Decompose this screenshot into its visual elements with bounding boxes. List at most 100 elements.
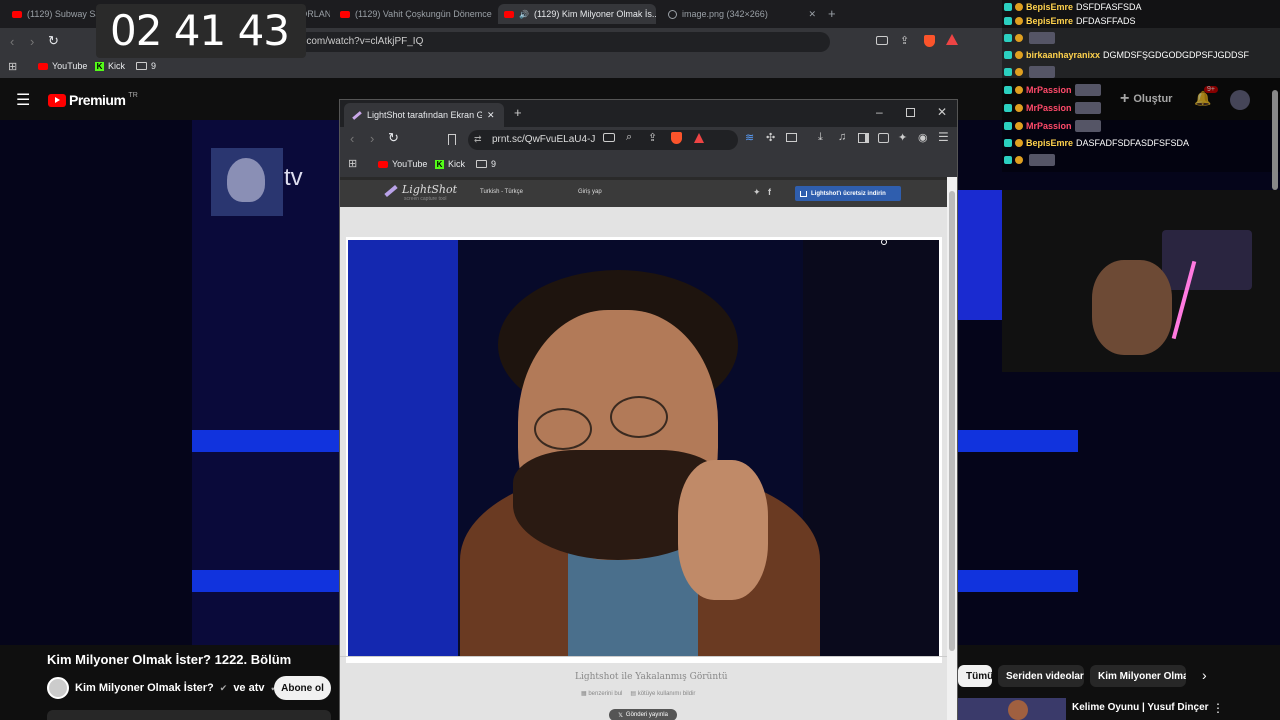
- tab-close-icon[interactable]: ✕: [808, 9, 822, 20]
- back-icon[interactable]: ‹: [10, 34, 14, 49]
- chat-message: [1004, 154, 1055, 166]
- extensions-icon[interactable]: ✣: [766, 131, 775, 144]
- menu-icon[interactable]: ☰: [938, 130, 949, 144]
- tab-image[interactable]: image.png (342×266) ✕: [662, 4, 822, 24]
- tier-badge-icon: [1015, 156, 1023, 164]
- language-selector[interactable]: Turkish - Türkçe: [480, 189, 523, 195]
- page-scrollbar[interactable]: [1272, 90, 1278, 190]
- reload-icon[interactable]: ↻: [48, 33, 59, 49]
- lightshot-bookmarks-bar: ⊞ YouTube K Kick 9: [340, 153, 957, 177]
- post-label: Gönderi yayınla: [625, 712, 668, 718]
- forward-icon[interactable]: ›: [30, 34, 34, 49]
- apps-grid-icon[interactable]: ⊞: [8, 60, 17, 73]
- bookmark-folder[interactable]: 9: [476, 159, 496, 169]
- bookmark-label: YouTube: [392, 159, 428, 169]
- emote-icon: [1074, 120, 1101, 132]
- close-window-icon[interactable]: ✕: [937, 105, 947, 119]
- description-box[interactable]: [47, 710, 331, 720]
- share-icon[interactable]: ⇪: [648, 131, 657, 144]
- chat-username: BepisEmre: [1026, 16, 1074, 26]
- scroll-thumb[interactable]: [949, 191, 955, 651]
- tab-close-icon[interactable]: ✕: [487, 110, 495, 121]
- logo-text: Premium: [69, 92, 126, 108]
- post-button[interactable]: 𝕏 Gönderi yayınla: [609, 709, 677, 720]
- subscriber-badge-icon: [1004, 104, 1012, 112]
- login-link[interactable]: Giriş yap: [578, 189, 602, 195]
- bookmark-kick[interactable]: K Kick: [95, 61, 125, 71]
- tab-lightshot[interactable]: LightShot tarafından Ekran Görü... ✕: [344, 103, 504, 127]
- cast-icon[interactable]: [876, 36, 888, 45]
- chevron-right-icon[interactable]: ›: [1202, 667, 1207, 683]
- chat-text: DSFDFASFSDA: [1076, 2, 1142, 12]
- recommended-title[interactable]: Kelime Oyunu | Yusuf Dinçer: [1072, 702, 1209, 713]
- bookmark-icon[interactable]: [448, 134, 456, 145]
- chat-username: MrPassion: [1026, 121, 1072, 131]
- site-info-icon[interactable]: ⇄: [474, 134, 482, 145]
- new-tab-button[interactable]: +: [828, 6, 836, 21]
- share-icon[interactable]: ⇪: [900, 34, 909, 47]
- tier-badge-icon: [1015, 86, 1023, 94]
- brave-shield-icon[interactable]: [924, 35, 935, 47]
- more-options-icon[interactable]: ⋮: [1212, 701, 1224, 715]
- channel-name[interactable]: Kim Milyoner Olmak İster?: [75, 682, 214, 694]
- reload-icon[interactable]: ↻: [388, 130, 399, 146]
- channel-avatar[interactable]: [47, 677, 69, 699]
- wallet-icon[interactable]: [786, 133, 797, 142]
- bookmark-youtube[interactable]: YouTube: [38, 61, 87, 71]
- rewards-icon[interactable]: [694, 133, 704, 143]
- report-link[interactable]: ▤ kötüye kullanımı bildir: [630, 690, 695, 697]
- tab-vahit[interactable]: (1129) Vahit Çoşkungün Dönemce Mi...: [334, 4, 494, 24]
- kick-icon: K: [95, 61, 104, 71]
- tab-kim-milyoner[interactable]: 🔊(1129) Kim Milyoner Olmak İs...✕: [498, 4, 656, 24]
- cast-icon[interactable]: [603, 133, 615, 142]
- subscribe-button[interactable]: Abone ol: [274, 676, 331, 700]
- bookmark-folder[interactable]: 9: [136, 61, 156, 71]
- find-similar-link[interactable]: ▦ benzerini bul: [581, 690, 622, 697]
- download-lightshot-button[interactable]: Lightshot'ı ücretsiz indirin: [795, 186, 901, 201]
- chat-text: DGMDSFŞGDGODGDPSFJGDDSF: [1103, 50, 1250, 60]
- lightshot-scrollbar[interactable]: [947, 177, 957, 720]
- chat-message: birkaanhayranixx DGMDSFŞGDGODGDPSFJGDDSF: [1004, 50, 1249, 60]
- new-tab-button[interactable]: +: [514, 105, 522, 120]
- wallet2-icon[interactable]: [878, 133, 889, 143]
- chat-message: BepisEmre DSFDFASFSDA: [1004, 2, 1142, 12]
- vpn-icon[interactable]: ◉: [918, 131, 928, 144]
- emote-icon: [1029, 154, 1055, 166]
- url-text: prnt.sc/QwFvuELaU4-J: [492, 134, 596, 145]
- rewards-icon[interactable]: [946, 34, 958, 45]
- chat-username: BepisEmre: [1026, 2, 1074, 12]
- url-field[interactable]: youtube.com/watch?v=clAtkjPF_IQ: [240, 32, 830, 52]
- recommended-thumbnail[interactable]: [958, 698, 1066, 720]
- tier-badge-icon: [1015, 34, 1023, 42]
- bookmark-kick[interactable]: K Kick: [435, 159, 465, 169]
- bookmark-youtube[interactable]: YouTube: [378, 159, 427, 169]
- apps-grid-icon[interactable]: ⊞: [348, 157, 357, 170]
- emote-icon: [1029, 32, 1055, 44]
- chip-all[interactable]: Tümü: [958, 665, 992, 687]
- glasses-left: [534, 408, 592, 450]
- music-icon[interactable]: ♫: [838, 131, 846, 143]
- hamburger-menu-icon[interactable]: ☰: [16, 90, 30, 110]
- sidebar-icon[interactable]: [858, 133, 869, 143]
- folder-icon: [476, 160, 487, 168]
- chip-kim-milyoner[interactable]: Kim Milyoner Olmak İ...: [1090, 665, 1186, 687]
- twitter-icon[interactable]: ✦: [753, 187, 761, 198]
- forward-icon[interactable]: ›: [370, 131, 374, 146]
- leo-ai-icon[interactable]: ✦: [898, 131, 907, 144]
- chat-message: [1004, 66, 1055, 78]
- brave-shield-icon[interactable]: [671, 132, 682, 144]
- chat-username: birkaanhayranixx: [1026, 50, 1101, 60]
- youtube-logo[interactable]: Premium TR: [48, 92, 138, 108]
- back-icon[interactable]: ‹: [350, 131, 354, 146]
- facebook-icon[interactable]: f: [768, 187, 771, 197]
- maximize-icon[interactable]: [906, 108, 915, 117]
- youtube-favicon-icon: [12, 10, 22, 18]
- feather-icon: [384, 184, 398, 198]
- channel-collab[interactable]: ve atv: [233, 682, 264, 694]
- zoom-icon[interactable]: ⌕: [626, 131, 632, 144]
- chip-series-videos[interactable]: Seriden videolar: [998, 665, 1084, 687]
- download-icon[interactable]: ⤓: [818, 131, 823, 144]
- tab-label: image.png (342×266): [682, 9, 768, 19]
- audio-playing-icon[interactable]: ≋: [745, 131, 754, 144]
- minimize-icon[interactable]: –: [876, 105, 883, 119]
